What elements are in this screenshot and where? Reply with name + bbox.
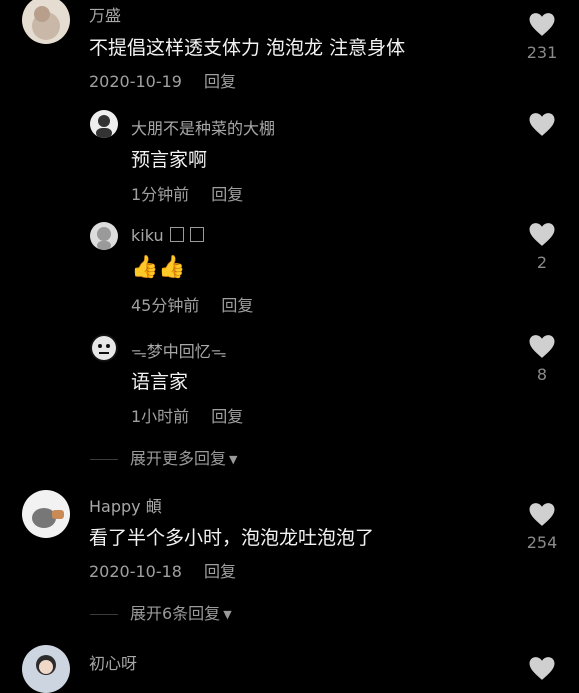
expand-replies[interactable]: 展开6条回复 ▼	[90, 600, 232, 624]
like-count: 2	[536, 253, 548, 272]
heart-icon	[529, 13, 555, 36]
avatar[interactable]	[22, 490, 70, 538]
reply-meta: 1小时前 回复	[131, 403, 243, 427]
expand-triangle-icon: ▼	[223, 608, 232, 621]
comment-date: 2020-10-19	[89, 72, 182, 91]
like-button[interactable]: 231	[514, 12, 570, 62]
like-button[interactable]: 2	[514, 222, 570, 272]
expand-more-replies[interactable]: 展开更多回复 ▼	[90, 445, 237, 469]
like-count: 231	[526, 43, 558, 62]
reply-button[interactable]: 回复	[211, 407, 243, 426]
comment-author[interactable]: Happy 頔	[89, 493, 162, 517]
comment-text: 看了半个多小时，泡泡龙吐泡泡了	[89, 527, 375, 549]
heart-icon	[529, 335, 555, 358]
reply-button[interactable]: 回复	[211, 185, 243, 204]
avatar[interactable]	[90, 222, 118, 250]
avatar[interactable]	[22, 645, 70, 693]
like-button[interactable]	[514, 112, 570, 137]
reply-time: 1小时前	[131, 407, 190, 426]
expand-triangle-icon: ▼	[229, 453, 238, 466]
avatar[interactable]	[90, 110, 118, 138]
like-button[interactable]	[514, 656, 570, 681]
comment-meta: 2020-10-19 回复	[89, 68, 236, 92]
reply-button[interactable]: 回复	[204, 72, 236, 91]
comment-author[interactable]: 万盛	[89, 2, 121, 26]
avatar[interactable]	[90, 334, 118, 362]
heart-icon	[529, 503, 555, 526]
like-count: 8	[536, 365, 548, 384]
reply-time: 45分钟前	[131, 296, 200, 315]
comment-date: 2020-10-18	[89, 562, 182, 581]
like-count: 254	[526, 533, 558, 552]
heart-icon	[529, 113, 555, 136]
reply-meta: 45分钟前 回复	[131, 292, 253, 316]
reply-button[interactable]: 回复	[204, 562, 236, 581]
reply-text: 预言家啊	[131, 149, 208, 171]
like-button[interactable]: 254	[514, 502, 570, 552]
reply-text: 语言家	[131, 371, 189, 393]
reply-time: 1分钟前	[131, 185, 190, 204]
reply-text: 👍👍	[131, 255, 186, 280]
comment-text: 不提倡这样透支体力 泡泡龙 注意身体	[89, 37, 406, 59]
heart-icon	[529, 657, 555, 680]
reply-meta: 1分钟前 回复	[131, 181, 243, 205]
like-button[interactable]: 8	[514, 334, 570, 384]
avatar[interactable]	[22, 0, 70, 44]
reply-author[interactable]: kiku	[131, 226, 204, 245]
comment-author[interactable]: 初心呀	[89, 650, 137, 674]
reply-author[interactable]: 大朋不是种菜的大棚	[131, 115, 275, 139]
heart-icon	[529, 223, 555, 246]
reply-author[interactable]: ᯓ梦中回忆ᯓ	[131, 338, 227, 362]
reply-button[interactable]: 回复	[221, 296, 253, 315]
comment-meta: 2020-10-18 回复	[89, 558, 236, 582]
